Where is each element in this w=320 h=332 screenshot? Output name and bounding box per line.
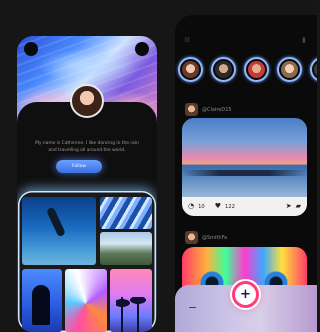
heart-icon[interactable]: ♥ <box>215 203 221 210</box>
gallery-tile-diver[interactable] <box>22 197 96 265</box>
post-actions-bar: ◔ 10 ♥ 122 ➤ ▰ <box>182 197 307 216</box>
post-image-sunset[interactable] <box>182 118 307 197</box>
bottom-tab-bar: − + <box>175 281 317 332</box>
add-post-button[interactable]: + <box>232 281 259 308</box>
camera-dot-left <box>24 42 38 56</box>
post-author-handle[interactable]: @ClaireD15 <box>202 107 232 113</box>
feed-phone: ⚙ ▮ @ClaireD15 ◔ 10 ♥ 122 ➤ ▰ @SmithFa −… <box>175 15 317 332</box>
bookmark-icon[interactable]: ▰ <box>296 203 301 210</box>
follow-button[interactable]: Follow <box>56 160 102 173</box>
gallery-tile-palm-sunset[interactable] <box>110 269 152 332</box>
minus-icon[interactable]: − <box>188 301 197 314</box>
story-avatar[interactable] <box>310 57 317 82</box>
post-author-handle[interactable]: @SmithFa <box>202 235 227 241</box>
profile-avatar[interactable] <box>70 84 104 118</box>
comment-icon[interactable]: ◔ <box>188 203 194 210</box>
post-header[interactable]: @ClaireD15 <box>185 103 232 116</box>
gallery-tile-blue-stripes[interactable] <box>100 197 152 229</box>
gallery-tile-mountain-road[interactable] <box>100 232 152 265</box>
gallery-tile-colorful-feather[interactable] <box>65 269 107 332</box>
camera-dot-right <box>135 42 149 56</box>
like-count: 122 <box>225 203 235 210</box>
post-author-avatar[interactable] <box>185 103 198 116</box>
settings-icon[interactable]: ⚙ <box>184 36 190 44</box>
post-header[interactable]: @SmithFa <box>185 231 227 244</box>
story-avatar[interactable] <box>211 57 236 82</box>
story-avatar[interactable] <box>244 57 269 82</box>
comment-count: 10 <box>198 203 205 210</box>
photo-gallery <box>18 191 156 332</box>
gallery-tile-silhouette[interactable] <box>22 269 62 332</box>
story-avatar[interactable] <box>277 57 302 82</box>
screen: My name is Catherine. I like dancing in … <box>0 0 317 332</box>
bookmark-icon[interactable]: ▮ <box>302 36 306 44</box>
send-icon[interactable]: ➤ <box>286 203 292 210</box>
story-avatar[interactable] <box>178 57 203 82</box>
profile-bio: My name is Catherine. I like dancing in … <box>35 141 139 153</box>
post-card[interactable]: ◔ 10 ♥ 122 ➤ ▰ <box>182 118 307 216</box>
profile-phone: My name is Catherine. I like dancing in … <box>17 36 157 332</box>
post-author-avatar[interactable] <box>185 231 198 244</box>
